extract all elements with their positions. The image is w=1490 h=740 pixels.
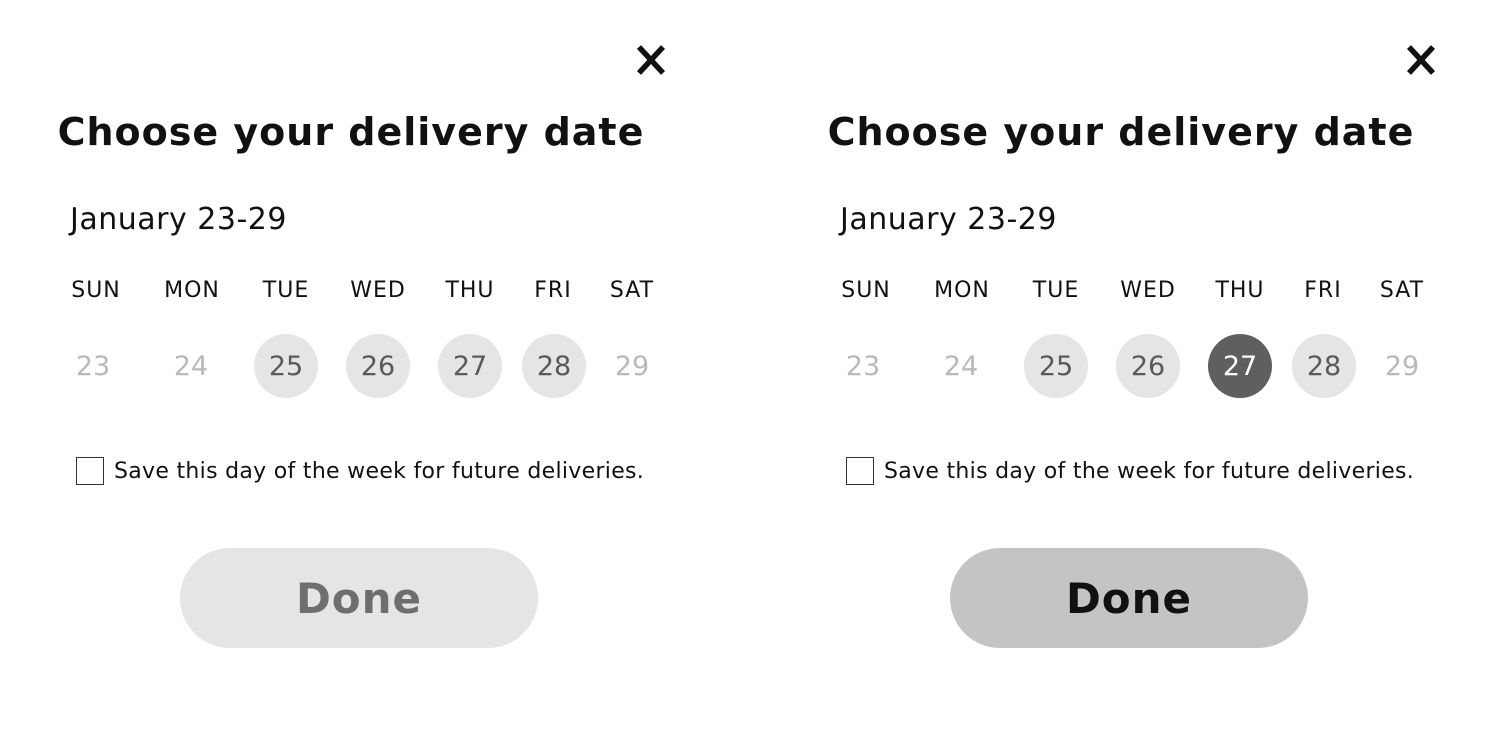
- done-button[interactable]: Done: [180, 548, 538, 648]
- day-of-week-fri: FRI: [534, 278, 572, 303]
- date-cell[interactable]: 26: [346, 334, 410, 398]
- save-weekday-label: Save this day of the week for future del…: [884, 458, 1415, 484]
- save-weekday-option[interactable]: Save this day of the week for future del…: [76, 457, 644, 485]
- day-of-week-sun: SUN: [71, 278, 121, 303]
- date-cell: 23: [845, 350, 881, 382]
- modal-title: Choose your delivery date: [827, 110, 1415, 154]
- done-button[interactable]: Done: [950, 548, 1308, 648]
- close-icon[interactable]: [636, 44, 666, 76]
- day-of-week-fri: FRI: [1304, 278, 1342, 303]
- day-of-week-thu: THU: [445, 278, 495, 303]
- modal-title: Choose your delivery date: [57, 110, 645, 154]
- date-cell[interactable]: 28: [522, 334, 586, 398]
- save-weekday-checkbox[interactable]: [846, 457, 874, 485]
- day-of-week-sat: SAT: [1379, 278, 1425, 303]
- day-of-week-tue: TUE: [262, 278, 310, 303]
- day-of-week-thu: THU: [1215, 278, 1265, 303]
- save-weekday-checkbox[interactable]: [76, 457, 104, 485]
- date-cell-selected[interactable]: 27: [1208, 334, 1272, 398]
- week-range: January 23-29: [70, 202, 287, 237]
- save-weekday-option[interactable]: Save this day of the week for future del…: [846, 457, 1414, 485]
- date-cell[interactable]: 27: [438, 334, 502, 398]
- day-of-week-wed: WED: [350, 278, 406, 303]
- date-cell: 29: [614, 350, 650, 382]
- date-cell[interactable]: 25: [254, 334, 318, 398]
- day-of-week-sun: SUN: [841, 278, 891, 303]
- day-of-week-mon: MON: [934, 278, 990, 303]
- day-of-week-sat: SAT: [609, 278, 655, 303]
- date-cell: 29: [1384, 350, 1420, 382]
- date-cell: 24: [173, 350, 209, 382]
- delivery-date-modal-default: Choose your delivery date January 23-29 …: [0, 0, 745, 740]
- day-of-week-tue: TUE: [1032, 278, 1080, 303]
- day-of-week-mon: MON: [164, 278, 220, 303]
- week-range: January 23-29: [840, 202, 1057, 237]
- save-weekday-label: Save this day of the week for future del…: [114, 458, 645, 484]
- close-icon[interactable]: [1406, 44, 1436, 76]
- date-cell: 24: [943, 350, 979, 382]
- date-cell: 23: [75, 350, 111, 382]
- date-cell[interactable]: 25: [1024, 334, 1088, 398]
- date-cell[interactable]: 28: [1292, 334, 1356, 398]
- day-of-week-wed: WED: [1120, 278, 1176, 303]
- screen: Choose your delivery date January 23-29 …: [0, 0, 1490, 740]
- date-cell[interactable]: 26: [1116, 334, 1180, 398]
- delivery-date-modal-selected: Choose your delivery date January 23-29 …: [770, 0, 1490, 740]
